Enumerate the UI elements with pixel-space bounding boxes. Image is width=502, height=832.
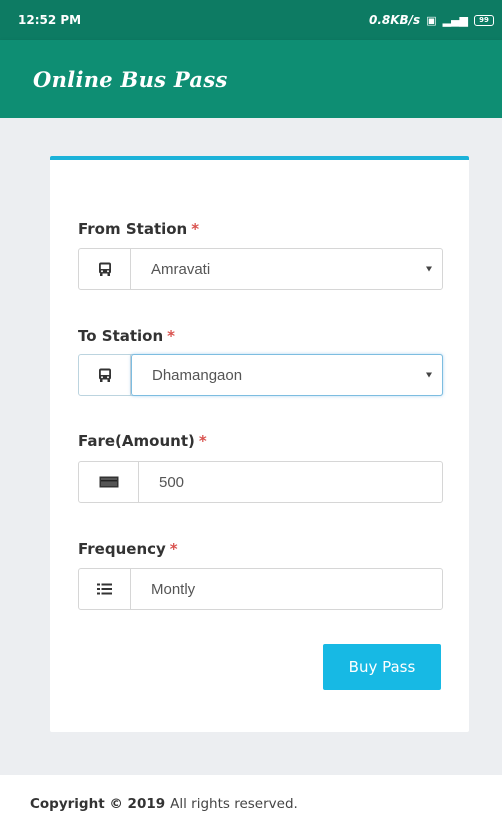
required-mark: *	[191, 220, 200, 238]
to-station-label: To Station *	[78, 327, 175, 345]
to-station-label-text: To Station	[78, 327, 164, 345]
from-station-select[interactable]: Amravati	[78, 248, 443, 290]
status-time: 12:52 PM	[18, 13, 82, 27]
fare-label-text: Fare(Amount)	[78, 432, 195, 450]
from-station-field[interactable]: Amravati	[131, 249, 442, 289]
fare-input[interactable]: 500	[78, 461, 443, 503]
to-station-value: Dhamangaon	[152, 366, 243, 384]
frequency-input[interactable]: Montly	[78, 568, 443, 610]
copyright-rest: All rights reserved.	[170, 795, 298, 812]
from-station-label-text: From Station	[78, 220, 188, 238]
fare-label: Fare(Amount) *	[78, 432, 207, 450]
chevron-down-icon	[426, 266, 432, 272]
chevron-down-icon	[426, 372, 432, 378]
bus-icon	[98, 368, 111, 382]
fare-value: 500	[159, 473, 185, 491]
battery-level: 99	[479, 15, 489, 24]
fare-field[interactable]: 500	[139, 462, 442, 502]
bus-icon	[98, 262, 111, 276]
status-indicators: 0.8KB/s ▣ ▂▄▆ 99	[369, 13, 494, 27]
from-station-value: Amravati	[151, 260, 211, 278]
to-station-select[interactable]: Dhamangaon	[78, 354, 443, 396]
volte-icon: ▣	[426, 13, 437, 27]
frequency-label-text: Frequency	[78, 540, 166, 558]
money-icon	[99, 476, 118, 488]
footer: Copyright © 2019 All rights reserved.	[0, 775, 502, 832]
buy-pass-button[interactable]: Buy Pass	[323, 644, 441, 690]
from-station-label: From Station *	[78, 220, 199, 238]
signal-icon: ▂▄▆	[442, 13, 468, 27]
fare-addon	[79, 462, 139, 502]
list-icon	[97, 583, 112, 595]
to-station-addon	[79, 355, 131, 395]
app-title: Online Bus Pass	[33, 66, 228, 92]
app-bar: Online Bus Pass	[0, 40, 502, 118]
frequency-value: Montly	[151, 580, 196, 598]
copyright-strong: Copyright © 2019	[30, 795, 166, 812]
required-mark: *	[169, 540, 178, 558]
from-station-addon	[79, 249, 131, 289]
network-speed: 0.8KB/s	[368, 13, 421, 27]
battery-icon: 99	[474, 14, 494, 26]
frequency-label: Frequency *	[78, 540, 178, 558]
frequency-field[interactable]: Montly	[131, 569, 442, 609]
required-mark: *	[167, 327, 176, 345]
frequency-addon	[79, 569, 131, 609]
required-mark: *	[198, 432, 207, 450]
bus-pass-form-card: From Station * Amravati To Station * Dha…	[50, 156, 469, 732]
status-bar: 12:52 PM 0.8KB/s ▣ ▂▄▆ 99	[0, 0, 502, 40]
to-station-field[interactable]: Dhamangaon	[131, 354, 443, 396]
